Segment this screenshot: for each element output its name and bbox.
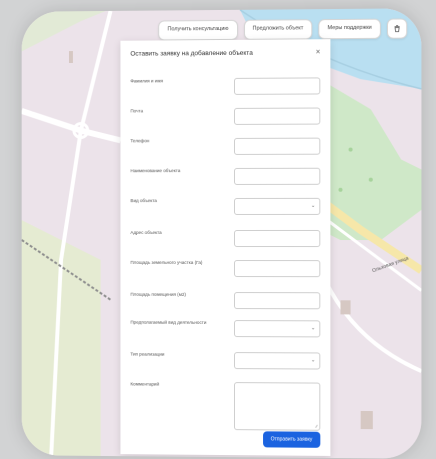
field-label: Тип реализации (130, 352, 218, 358)
field-label: Телефон (130, 138, 218, 144)
road-curve-right (320, 270, 421, 371)
green-left (22, 11, 106, 51)
support-measures-button[interactable]: Меры поддержки (318, 19, 380, 40)
field-label: Адрес объекта (130, 230, 218, 236)
resize-handle-icon[interactable]: ∕∕ (316, 424, 317, 429)
submit-button[interactable]: Отправить заявку (263, 431, 321, 448)
field-label: Почта (130, 108, 218, 114)
modal-title: Оставить заявку на добавление объекта (130, 50, 252, 58)
phone-input[interactable] (234, 138, 320, 155)
object-type-select[interactable]: ⌄ (234, 198, 320, 215)
implementation-type-select[interactable]: ⌄ (234, 352, 320, 369)
offer-object-button[interactable]: Предложить объект (244, 19, 313, 40)
room-area-input[interactable] (234, 292, 320, 309)
field-object-type: Вид объекта ⌄ (130, 198, 320, 220)
field-label: Фамилия и имя (130, 78, 218, 85)
map-frame: Ольховая улица Получить консультацию Пре… (22, 8, 422, 458)
field-object-name: Наименование объекта (130, 168, 320, 190)
building (361, 411, 373, 429)
building (69, 51, 73, 63)
field-phone: Телефон (130, 138, 320, 161)
chevron-down-icon: ⌄ (311, 325, 315, 331)
close-icon[interactable]: × (316, 47, 321, 56)
field-implementation-type: Тип реализации ⌄ (130, 352, 320, 375)
object-name-input[interactable] (234, 168, 320, 185)
field-email: Почта (130, 108, 320, 131)
chevron-down-icon: ⌄ (311, 357, 315, 363)
top-toolbar: Получить консультацию Предложить объект … (159, 18, 408, 40)
field-label: Комментарий (130, 381, 218, 388)
chevron-down-icon: ⌄ (311, 203, 315, 209)
activity-type-select[interactable]: ⌄ (234, 320, 320, 337)
field-room-area: Площадь помещения (м2) (130, 292, 320, 315)
field-land-area: Площадь земельного участка (Га) (130, 260, 320, 282)
field-label: Наименование объекта (130, 168, 218, 174)
field-activity-type: Предполагаемый вид деятельности ⌄ (130, 320, 320, 343)
field-comment: Комментарий ∕∕ (130, 381, 320, 432)
object-address-input[interactable] (234, 230, 320, 247)
field-label: Предполагаемый вид деятельности (130, 320, 218, 326)
full-name-input[interactable] (234, 77, 320, 95)
field-label: Вид объекта (130, 198, 218, 204)
comment-textarea[interactable]: ∕∕ (234, 382, 320, 431)
field-object-address: Адрес объекта (130, 230, 320, 252)
settings-icon (392, 24, 402, 34)
road-main (22, 110, 121, 140)
building (340, 300, 350, 314)
get-consultation-button[interactable]: Получить консультацию (159, 20, 238, 41)
field-label: Площадь помещения (м2) (130, 292, 218, 298)
settings-button[interactable] (387, 18, 407, 38)
email-input[interactable] (234, 108, 320, 125)
land-area-input[interactable] (234, 260, 320, 277)
field-label: Площадь земельного участка (Га) (130, 260, 218, 266)
field-full-name: Фамилия и имя (130, 77, 320, 100)
add-object-modal: Оставить заявку на добавление объекта × … (120, 39, 330, 456)
